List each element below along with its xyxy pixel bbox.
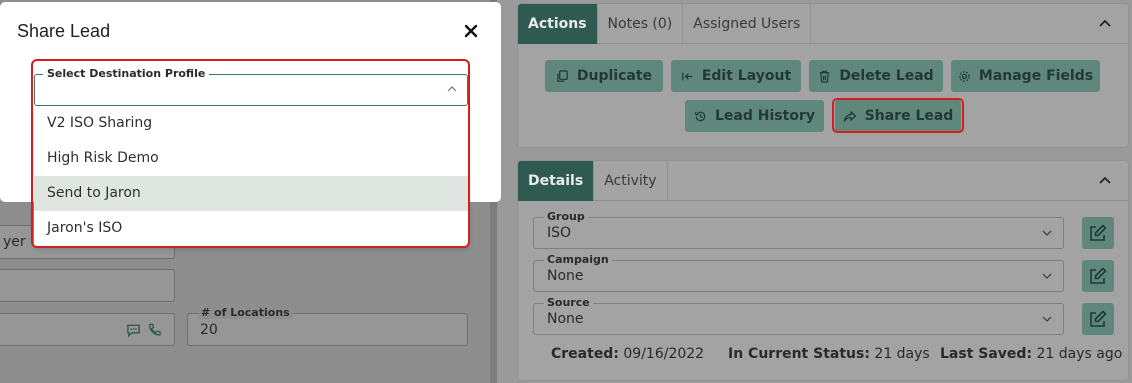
- actions-tabs: Actions Notes (0) Assigned Users: [518, 4, 1128, 44]
- delete-lead-button[interactable]: Delete Lead: [809, 60, 943, 92]
- sms-icon: [127, 324, 140, 337]
- created-info: Created: 09/16/2022: [551, 346, 704, 362]
- dropdown-option[interactable]: High Risk Demo: [34, 141, 468, 176]
- chevron-up-icon[interactable]: [1098, 174, 1112, 188]
- tab-assigned-users[interactable]: Assigned Users: [683, 4, 812, 44]
- arrow-left-icon: [682, 72, 692, 80]
- tab-notes[interactable]: Notes (0): [598, 4, 684, 44]
- group-select[interactable]: Group ISO: [533, 210, 1064, 249]
- edit-icon: [1090, 310, 1107, 327]
- locations-value: 20: [200, 321, 218, 338]
- background-phone-field: [0, 313, 175, 346]
- created-value: 09/16/2022: [623, 346, 705, 362]
- edit-layout-button[interactable]: Edit Layout: [671, 60, 801, 92]
- group-value: ISO: [547, 225, 572, 241]
- saved-info: Last Saved: 21 days ago: [940, 346, 1122, 362]
- background-field-value: yer: [3, 234, 26, 250]
- manage-fields-button[interactable]: Manage Fields: [951, 60, 1100, 92]
- phone-icon: [149, 323, 161, 335]
- source-label: Source: [544, 296, 593, 309]
- gear-icon: [959, 70, 970, 82]
- lead-history-button[interactable]: Lead History: [685, 100, 824, 132]
- source-value: None: [547, 311, 584, 327]
- tab-details[interactable]: Details: [518, 161, 595, 201]
- details-tabs: Details Activity: [518, 161, 1128, 201]
- tab-actions[interactable]: Actions: [518, 4, 598, 44]
- edit-icon: [1090, 267, 1107, 284]
- saved-value: 21 days ago: [1036, 346, 1123, 362]
- source-select[interactable]: Source None: [533, 296, 1064, 335]
- destination-profile-label: Select Destination Profile: [43, 67, 210, 80]
- campaign-label: Campaign: [544, 253, 612, 266]
- destination-profile-dropdown: V2 ISO Sharing High Risk Demo Send to Ja…: [34, 106, 468, 246]
- dropdown-option[interactable]: Send to Jaron: [34, 176, 468, 211]
- history-icon: [695, 111, 706, 121]
- chevron-down-icon: [1042, 316, 1052, 322]
- chevron-down-icon: [1042, 273, 1052, 279]
- edit-campaign-button[interactable]: [1082, 260, 1114, 292]
- locations-label: # of Locations: [198, 306, 293, 319]
- campaign-select[interactable]: Campaign None: [533, 253, 1064, 292]
- tab-activity[interactable]: Activity: [594, 161, 668, 201]
- group-label: Group: [544, 210, 588, 223]
- copy-icon: [557, 69, 568, 82]
- delete-lead-label: Delete Lead: [839, 68, 934, 84]
- status-value: 21 days: [874, 346, 930, 362]
- background-field-empty: [0, 269, 175, 302]
- campaign-value: None: [547, 268, 584, 284]
- share-lead-highlight: [832, 98, 964, 133]
- edit-source-button[interactable]: [1082, 303, 1114, 335]
- close-icon[interactable]: [464, 24, 478, 38]
- created-label: Created:: [551, 346, 619, 362]
- edit-layout-label: Edit Layout: [701, 68, 792, 84]
- dropdown-option[interactable]: V2 ISO Sharing: [34, 106, 468, 141]
- status-label: In Current Status:: [728, 346, 870, 362]
- edit-group-button[interactable]: [1082, 217, 1114, 249]
- duplicate-label: Duplicate: [576, 68, 653, 84]
- status-info: In Current Status: 21 days: [728, 346, 930, 362]
- lead-history-label: Lead History: [715, 108, 815, 124]
- locations-field: # of Locations 20: [187, 306, 468, 346]
- manage-fields-label: Manage Fields: [978, 68, 1094, 84]
- dropdown-option[interactable]: Jaron's ISO: [34, 211, 468, 246]
- saved-label: Last Saved:: [940, 346, 1033, 362]
- chevron-down-icon: [1042, 230, 1052, 236]
- modal-title: Share Lead: [17, 21, 111, 41]
- duplicate-button[interactable]: Duplicate: [545, 60, 663, 92]
- trash-icon: [820, 70, 830, 83]
- chevron-up-icon[interactable]: [446, 84, 458, 94]
- chevron-up-icon[interactable]: [1098, 17, 1112, 31]
- edit-icon: [1090, 224, 1107, 241]
